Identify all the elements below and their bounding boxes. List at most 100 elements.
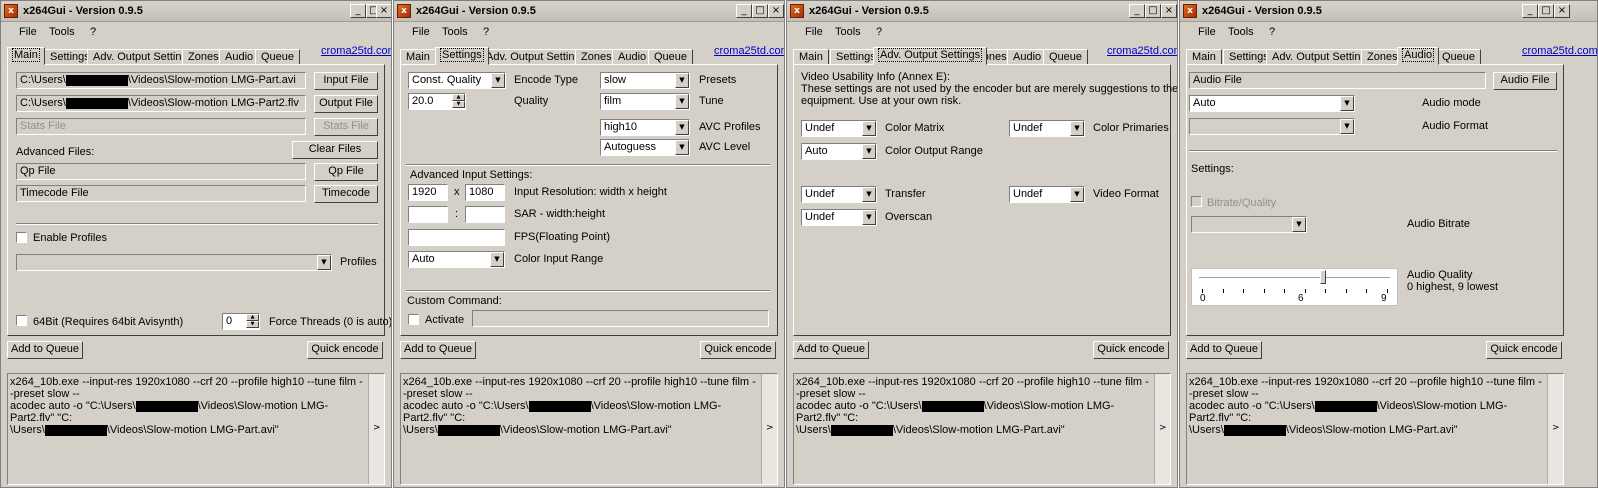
tab-audio[interactable]: Audio [1397,47,1440,65]
force-threads-stepper[interactable]: 0 ▲ ▼ [222,313,260,330]
tab-main[interactable]: Main [793,49,829,65]
menu-help[interactable]: ? [90,26,96,38]
quick-encode-button[interactable]: Quick encode [700,341,776,359]
command-scrollbar[interactable]: > [368,374,384,484]
stats-file-field[interactable]: Stats File [16,118,306,135]
avc-level-dropdown[interactable]: Autoguess ▼ [600,139,690,156]
clear-files-button[interactable]: Clear Files [292,141,378,159]
color-primaries-dropdown[interactable]: Undef ▼ [1009,120,1085,137]
tab-queue[interactable]: Queue [255,49,301,65]
close-button[interactable]: × [1161,4,1177,18]
tab-main[interactable]: Main [400,49,436,65]
croma-link[interactable]: croma25td.com [1522,45,1597,57]
tab-adv-output[interactable]: Adv. Output Settings [873,47,988,65]
quick-encode-button[interactable]: Quick encode [1093,341,1169,359]
menu-file[interactable]: File [412,26,430,38]
encode-type-dropdown[interactable]: Const. Quality ▼ [408,72,506,89]
audio-format-dropdown[interactable]: ▼ [1189,118,1355,135]
64bit-checkbox[interactable] [16,315,27,326]
qp-file-button[interactable]: Qp File [314,163,378,181]
menu-help[interactable]: ? [1269,26,1275,38]
stats-file-button[interactable]: Stats File [314,118,378,136]
title-bar[interactable]: x x264Gui - Version 0.9.5 _ □ × [787,1,1177,22]
croma-link[interactable]: croma25td.com [1107,45,1177,57]
menu-file[interactable]: File [1198,26,1216,38]
video-format-dropdown[interactable]: Undef ▼ [1009,186,1085,203]
title-bar[interactable]: x x264Gui - Version 0.9.5 _ □ × [1,1,391,22]
spin-up-icon[interactable]: ▲ [246,314,259,321]
tab-main[interactable]: Main [1186,49,1222,65]
minimize-button[interactable]: _ [350,4,366,18]
command-scrollbar[interactable]: > [1547,374,1563,484]
add-to-queue-button[interactable]: Add to Queue [1186,341,1262,359]
audio-bitrate-dropdown[interactable]: ▼ [1191,216,1307,233]
audio-file-button[interactable]: Audio File [1493,72,1557,90]
audio-file-field[interactable]: Audio File [1189,72,1486,89]
audio-quality-slider[interactable]: 0 6 9 [1191,268,1398,306]
croma-link[interactable]: croma25td.com [321,45,391,57]
audio-mode-dropdown[interactable]: Auto ▼ [1189,95,1355,112]
tab-settings[interactable]: Settings [435,47,489,65]
spin-down-icon[interactable]: ▼ [452,101,465,108]
add-to-queue-button[interactable]: Add to Queue [7,341,83,359]
tab-audio[interactable]: Audio [219,49,260,65]
timecode-file-field[interactable]: Timecode File [16,185,306,202]
qp-file-field[interactable]: Qp File [16,163,306,180]
color-output-dropdown[interactable]: Auto ▼ [801,143,877,160]
tab-queue[interactable]: Queue [648,49,694,65]
menu-tools[interactable]: Tools [835,26,861,38]
menu-file[interactable]: File [805,26,823,38]
output-file-path[interactable]: C:\Users\ \Videos\Slow-motion LMG-Part2.f… [16,95,306,112]
activate-checkbox[interactable] [408,314,419,325]
menu-file[interactable]: File [19,26,37,38]
maximize-button[interactable]: □ [1145,4,1161,18]
close-button[interactable]: × [376,4,391,18]
input-height-field[interactable]: 1080 [465,184,505,201]
bitrate-quality-checkbox[interactable] [1191,196,1202,207]
command-scrollbar[interactable]: > [761,374,777,484]
menu-help[interactable]: ? [876,26,882,38]
minimize-button[interactable]: _ [736,4,752,18]
quick-encode-button[interactable]: Quick encode [307,341,383,359]
tune-dropdown[interactable]: film ▼ [600,93,690,110]
sar-width-field[interactable] [408,206,448,223]
command-scrollbar[interactable]: > [1154,374,1170,484]
close-button[interactable]: × [768,4,784,18]
tab-audio[interactable]: Audio [1007,49,1048,65]
color-input-dropdown[interactable]: Auto ▼ [408,251,505,268]
enable-profiles-checkbox[interactable] [16,232,27,243]
input-file-path[interactable]: C:\Users\ \Videos\Slow-motion LMG-Part.av… [16,72,306,89]
menu-tools[interactable]: Tools [1228,26,1254,38]
spin-up-icon[interactable]: ▲ [452,94,465,101]
tab-main[interactable]: Main [7,47,45,65]
input-width-field[interactable]: 1920 [408,184,448,201]
croma-link[interactable]: croma25td.com [714,45,784,57]
close-button[interactable]: × [1554,4,1570,18]
tab-queue[interactable]: Queue [1436,49,1482,65]
quality-stepper[interactable]: 20.0 ▲ ▼ [408,93,466,110]
input-file-button[interactable]: Input File [314,72,378,90]
output-file-button[interactable]: Output File [314,95,378,113]
fps-field[interactable] [408,229,505,246]
transfer-dropdown[interactable]: Undef ▼ [801,186,877,203]
tab-queue[interactable]: Queue [1043,49,1089,65]
tab-audio[interactable]: Audio [612,49,653,65]
minimize-button[interactable]: _ [1522,4,1538,18]
sar-height-field[interactable] [465,206,505,223]
maximize-button[interactable]: □ [1538,4,1554,18]
presets-dropdown[interactable]: slow ▼ [600,72,690,89]
quick-encode-button[interactable]: Quick encode [1486,341,1562,359]
slider-thumb[interactable] [1320,270,1327,284]
minimize-button[interactable]: _ [1129,4,1145,18]
add-to-queue-button[interactable]: Add to Queue [400,341,476,359]
spin-down-icon[interactable]: ▼ [246,321,259,328]
profiles-dropdown[interactable]: ▼ [16,254,332,271]
add-to-queue-button[interactable]: Add to Queue [793,341,869,359]
menu-tools[interactable]: Tools [442,26,468,38]
title-bar[interactable]: x x264Gui - Version 0.9.5 _ □ × [1180,1,1597,22]
menu-help[interactable]: ? [483,26,489,38]
maximize-button[interactable]: □ [752,4,768,18]
timecode-button[interactable]: Timecode [314,185,378,203]
menu-tools[interactable]: Tools [49,26,75,38]
overscan-dropdown[interactable]: Undef ▼ [801,209,877,226]
